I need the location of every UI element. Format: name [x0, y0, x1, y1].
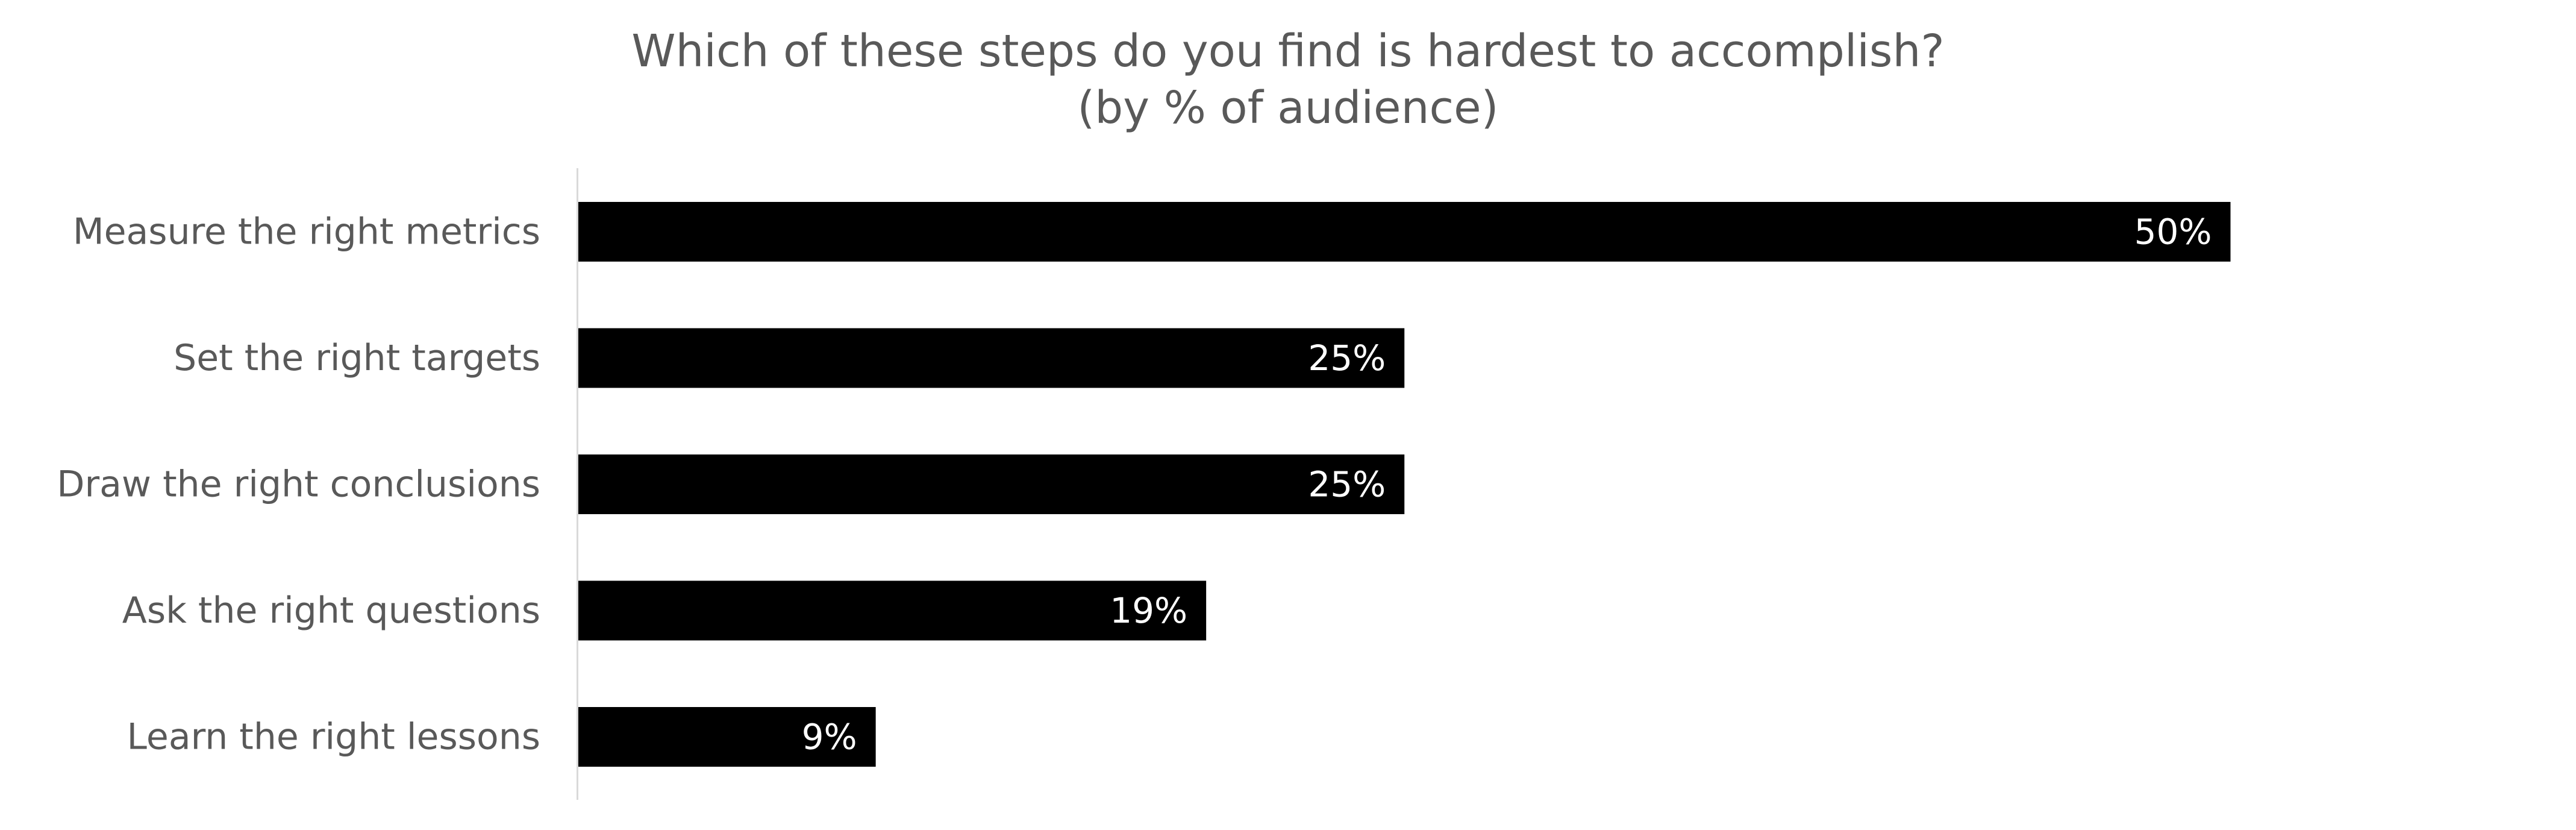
data-label: 25% [1308, 464, 1386, 505]
category-label: Set the right targets [174, 337, 540, 379]
bar-1 [578, 202, 2231, 262]
data-label: 25% [1308, 338, 1386, 379]
category-label: Draw the right conclusions [57, 464, 540, 506]
chart-subtitle: (by % of audience) [1077, 82, 1498, 134]
data-label: 50% [2134, 212, 2212, 253]
bar-3 [578, 454, 1405, 514]
data-label: 19% [1110, 590, 1187, 631]
category-label: Measure the right metrics [73, 211, 540, 253]
bar-chart: Which of these steps do you find is hard… [0, 0, 2576, 830]
chart-title: Which of these steps do you find is hard… [631, 25, 1944, 77]
category-label: Learn the right lessons [127, 716, 540, 758]
category-label: Ask the right questions [122, 589, 540, 632]
data-label: 9% [802, 717, 857, 758]
bar-2 [578, 328, 1405, 388]
